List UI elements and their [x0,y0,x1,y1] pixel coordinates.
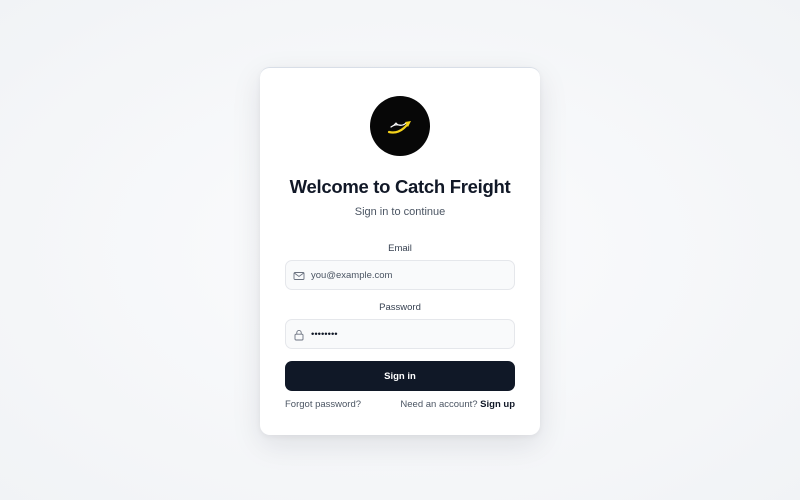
signin-subtitle: Sign in to continue [354,206,446,218]
email-field-container [285,260,515,290]
login-card: Welcome to Catch Freight Sign in to cont… [260,67,540,435]
email-label: Email [388,243,412,254]
logo-swoosh-icon [387,121,411,134]
signup-prompt: Need an account? [400,399,478,410]
catch-freight-logo [370,96,430,156]
password-field[interactable] [311,320,506,348]
password-field-container [285,319,515,349]
signup-link[interactable]: Sign up [480,399,515,410]
welcome-title: Welcome to Catch Freight [289,176,511,197]
signup-row: Need an account? Sign up [400,399,515,410]
forgot-password-link[interactable]: Forgot password? [285,399,361,410]
mail-icon [293,272,305,280]
lock-icon [294,329,304,341]
signin-button[interactable]: Sign in [285,361,515,391]
email-field[interactable] [311,261,506,289]
password-label: Password [379,302,421,313]
